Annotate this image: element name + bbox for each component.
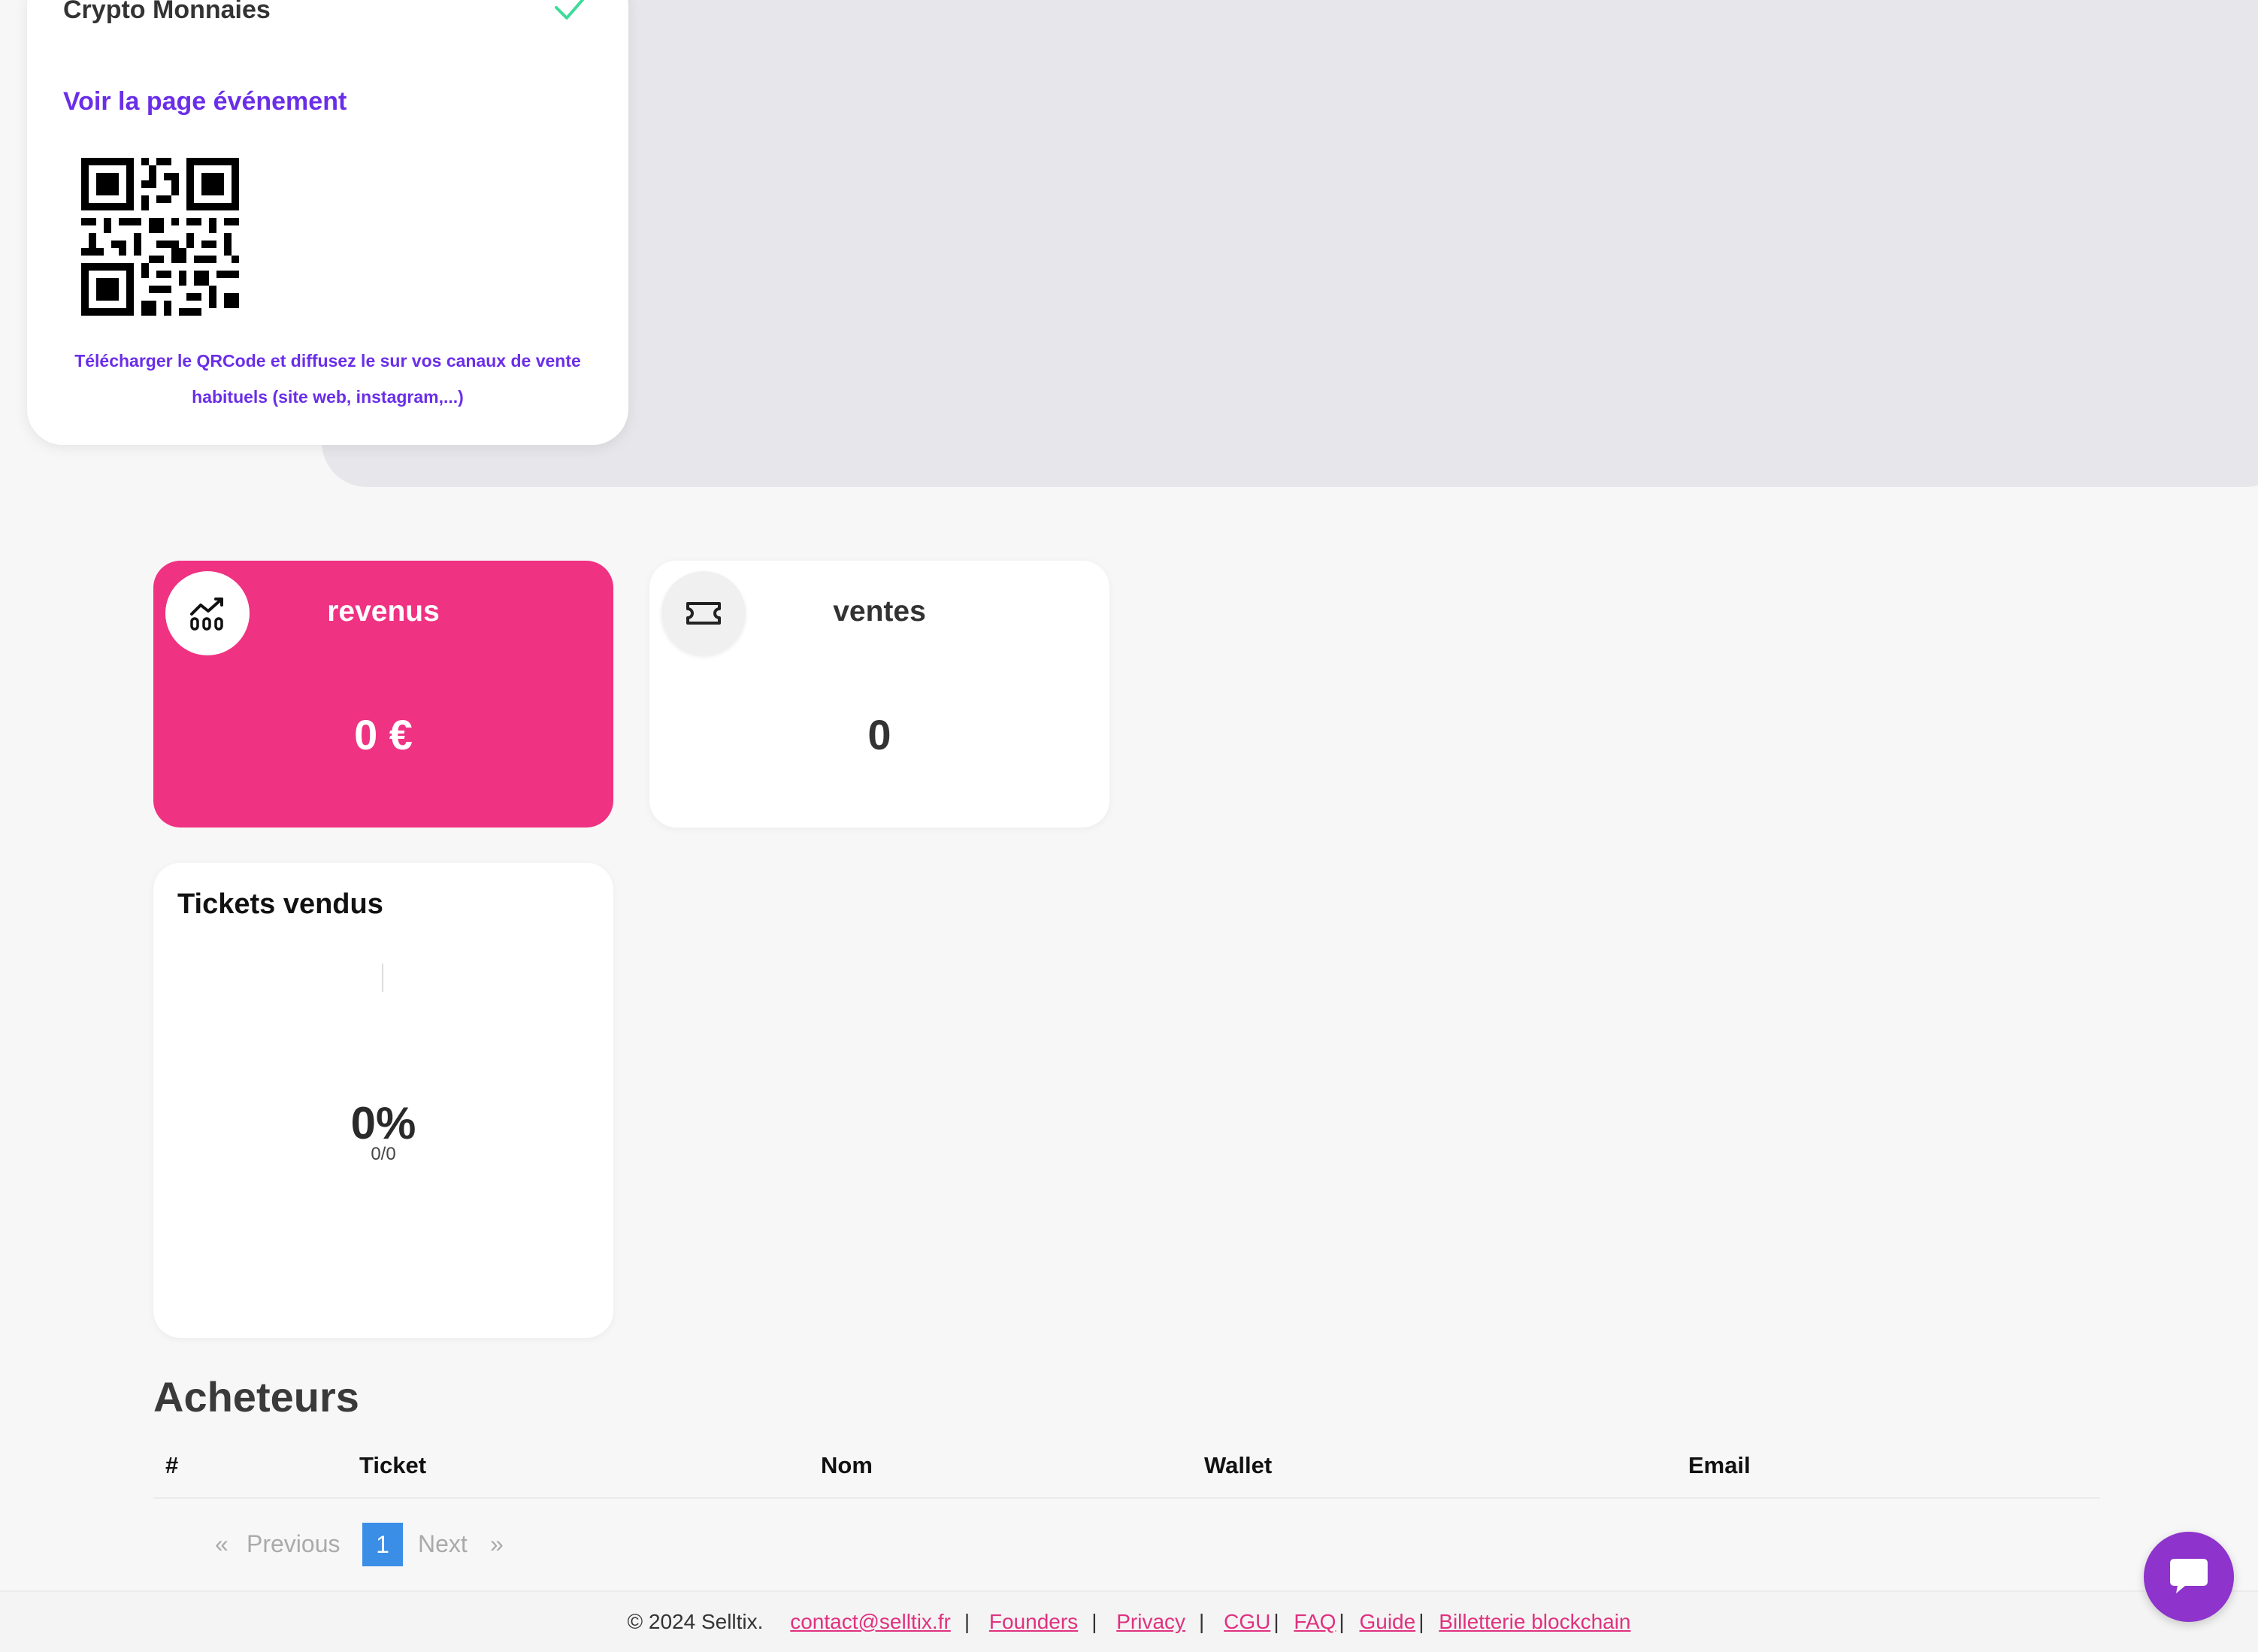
pagination-next-button[interactable]: Next <box>418 1530 468 1558</box>
footer-links: © 2024 Selltix. contact@selltix.fr | Foun… <box>627 1610 1631 1633</box>
column-header-wallet[interactable]: Wallet <box>1204 1452 1272 1479</box>
pagination-first-icon[interactable]: « <box>215 1530 229 1558</box>
chat-bubble-icon <box>2170 1559 2208 1593</box>
footer-link-guide[interactable]: Guide <box>1359 1610 1415 1633</box>
pagination-page-1[interactable]: 1 <box>362 1523 403 1566</box>
view-event-page-link[interactable]: Voir la page événement <box>63 87 347 116</box>
column-header-email[interactable]: Email <box>1688 1452 1751 1479</box>
footer-copyright: © 2024 Selltix. <box>627 1610 764 1633</box>
sales-title: ventes <box>833 595 926 628</box>
revenue-title: revenus <box>327 595 440 628</box>
tickets-sold-ratio: 0/0 <box>371 1144 396 1164</box>
column-header-number[interactable]: # <box>165 1452 178 1479</box>
footer-link-cgu[interactable]: CGU <box>1224 1610 1270 1633</box>
check-icon <box>555 0 585 20</box>
footer-link-founders[interactable]: Founders <box>989 1610 1078 1633</box>
footer-link-blockchain-ticketing[interactable]: Billetterie blockchain <box>1439 1610 1630 1633</box>
pagination-previous-button[interactable]: Previous <box>247 1530 341 1558</box>
chat-button[interactable] <box>2144 1532 2234 1622</box>
footer-link-contact[interactable]: contact@selltix.fr <box>790 1610 951 1633</box>
footer-link-faq[interactable]: FAQ <box>1294 1610 1336 1633</box>
column-header-ticket[interactable]: Ticket <box>359 1452 426 1479</box>
buyers-heading: Acheteurs <box>153 1373 359 1421</box>
revenue-value: 0 € <box>354 711 413 758</box>
pagination-last-icon[interactable]: » <box>490 1530 504 1558</box>
footer-link-privacy[interactable]: Privacy <box>1116 1610 1185 1633</box>
crypto-payment-label: Crypto Monnaies <box>63 0 271 24</box>
tickets-sold-title: Tickets vendus <box>177 888 383 920</box>
table-divider <box>153 1497 2100 1499</box>
qr-download-caption[interactable]: Télécharger le QRCode et diffusez le sur… <box>72 343 583 415</box>
tickets-gauge-marker <box>382 964 383 992</box>
qr-code-image[interactable] <box>81 158 239 316</box>
column-header-name[interactable]: Nom <box>821 1452 873 1479</box>
sales-value: 0 <box>867 711 891 758</box>
tickets-sold-percent: 0% <box>350 1098 416 1148</box>
